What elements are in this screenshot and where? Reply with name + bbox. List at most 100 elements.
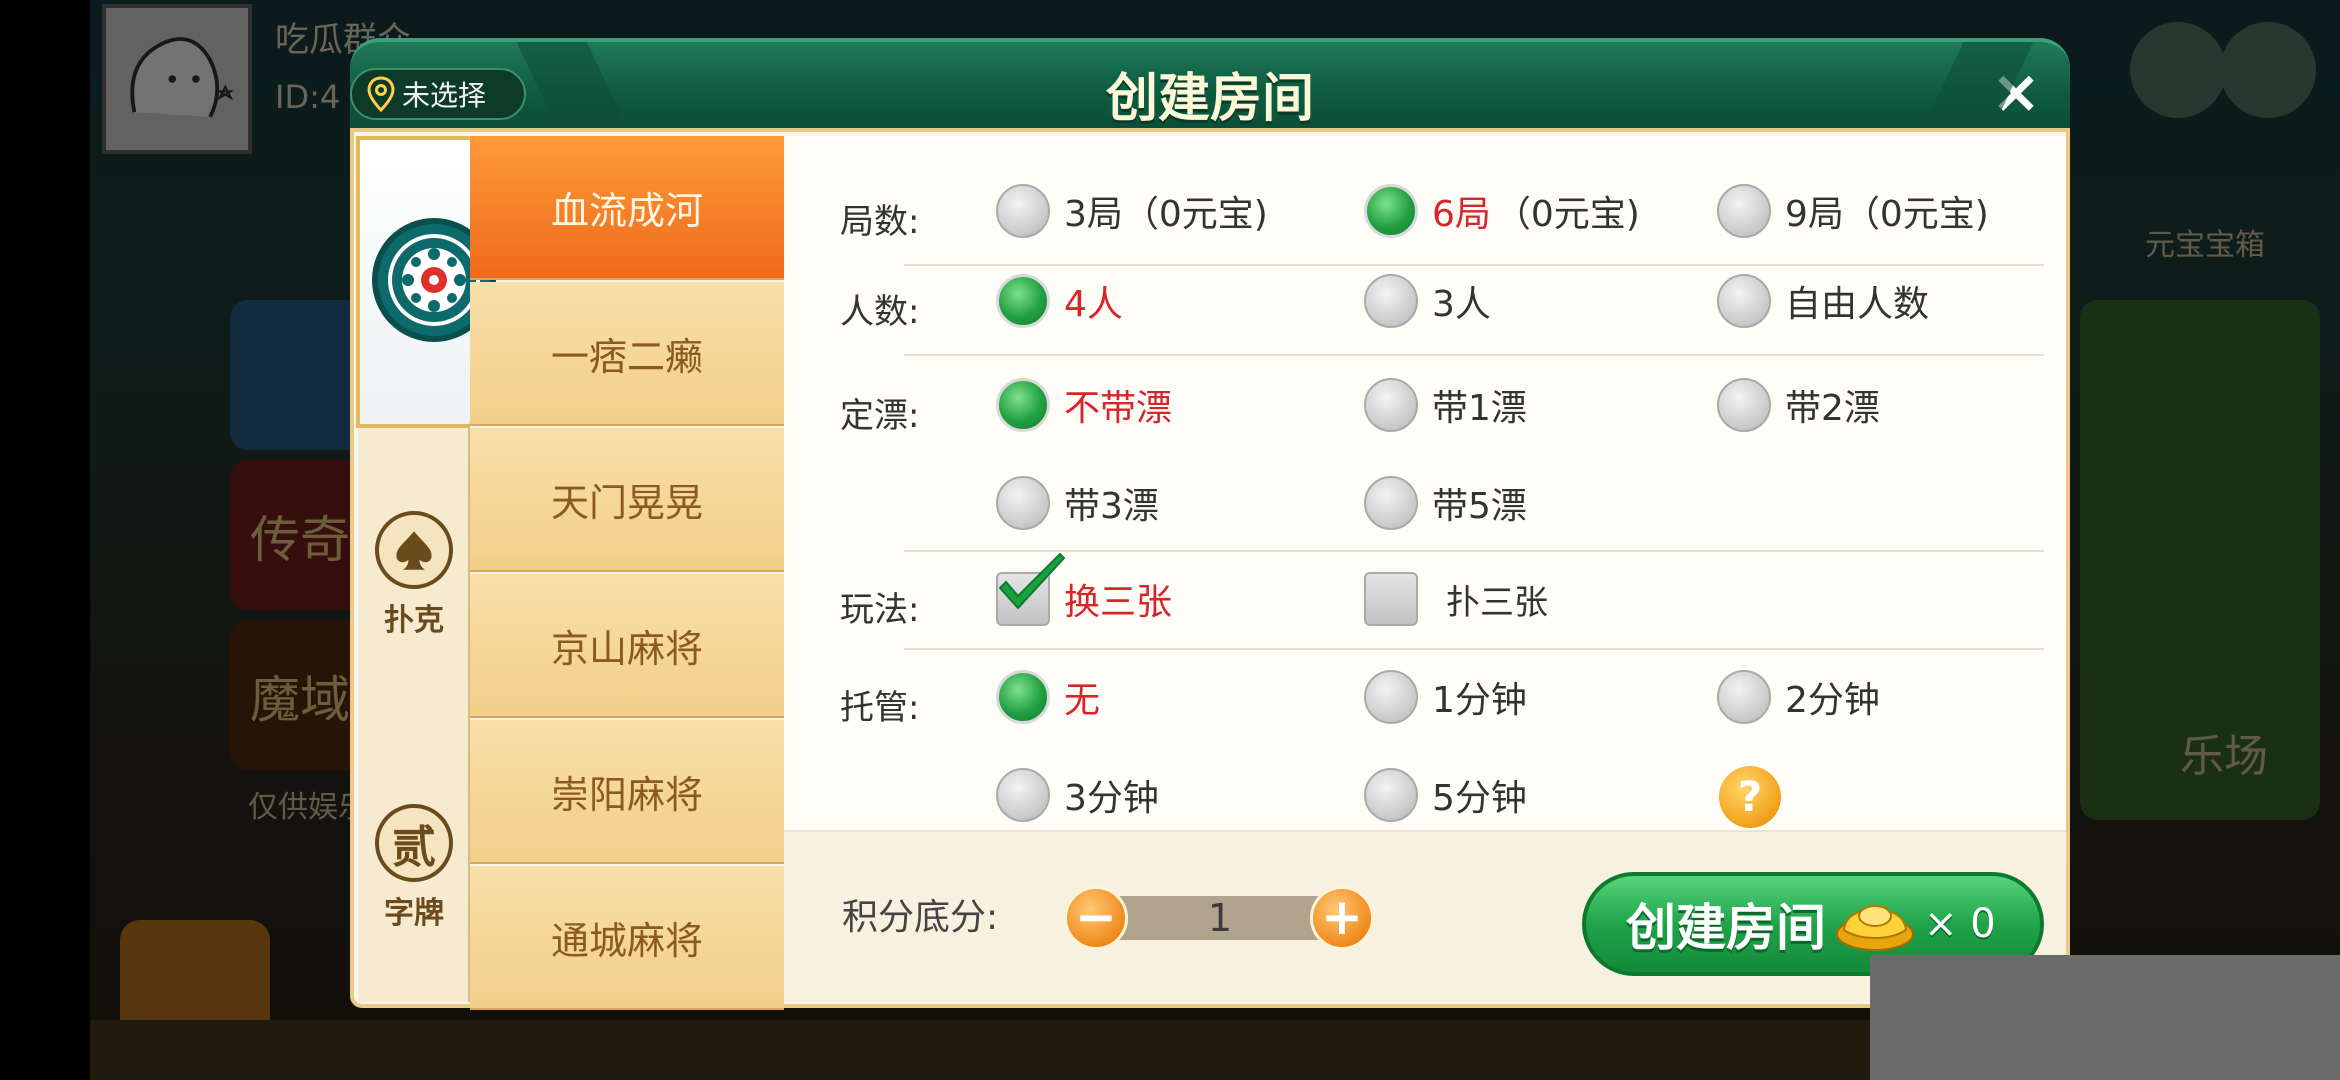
radio-button[interactable]	[996, 184, 1050, 238]
avatar-cartoon-icon	[106, 8, 248, 150]
auto-label: 托管:	[840, 688, 920, 728]
checkbox[interactable]	[1364, 572, 1418, 626]
divider	[904, 550, 2044, 552]
radio-button[interactable]	[1717, 184, 1771, 238]
er-glyph: 贰	[392, 822, 436, 873]
option-label: 带1漂	[1432, 388, 1527, 429]
option-suffix: （0元宝)	[1494, 194, 1640, 235]
minus-button[interactable]: −	[1064, 886, 1128, 950]
option-label: 5分钟	[1432, 778, 1527, 819]
option-label: 带2漂	[1785, 388, 1880, 429]
radio-button[interactable]	[1364, 476, 1418, 530]
dialog-title: 创建房间	[1105, 69, 1314, 129]
dialog-body: 扑克 贰 字牌 血流成河 一痞二癞 天门晃晃 京山麻将 崇阳麻将 通城麻将 局数…	[350, 128, 2070, 1010]
game-label: 通城麻将	[550, 918, 703, 963]
help-question-icon[interactable]: ?	[1719, 766, 1781, 828]
game-item-chongyangmajiang[interactable]: 崇阳麻将	[470, 720, 784, 864]
checkmark-icon	[998, 552, 1066, 610]
rounds-label: 局数:	[840, 202, 920, 242]
category-zipai[interactable]: 贰 字牌	[358, 804, 470, 932]
radio-button-selected[interactable]	[1364, 184, 1418, 238]
game-item-tongchengmajiang[interactable]: 通城麻将	[470, 866, 784, 1010]
piao-option-none[interactable]: 不带漂	[996, 378, 1172, 432]
option-label: 扑三张	[1446, 582, 1548, 623]
piao-option-2[interactable]: 带2漂	[1717, 378, 1880, 432]
divider	[904, 264, 2044, 266]
mountain-icon[interactable]	[2130, 22, 2226, 118]
players-option-3[interactable]: 3人	[1364, 274, 1491, 328]
auto-option-none[interactable]: 无	[996, 670, 1100, 724]
rule-option-huansanzhang[interactable]: 换三张	[996, 552, 1173, 626]
option-label: 3局（0元宝)	[1064, 194, 1268, 235]
plus-button[interactable]: +	[1310, 886, 1374, 950]
radio-button[interactable]	[1364, 274, 1418, 328]
radio-button[interactable]	[996, 768, 1050, 822]
divider	[904, 648, 2044, 650]
players-label: 人数:	[840, 292, 920, 332]
radio-button[interactable]	[1717, 378, 1771, 432]
players-option-free[interactable]: 自由人数	[1717, 274, 1929, 328]
game-item-xueliuchenghe[interactable]: 血流成河	[470, 136, 784, 280]
treasure-box-label[interactable]: 元宝宝箱	[2145, 220, 2265, 264]
radio-button[interactable]	[996, 476, 1050, 530]
divider	[904, 354, 2044, 356]
radio-button[interactable]	[1364, 670, 1418, 724]
game-label: 血流成河	[550, 188, 703, 233]
radio-button[interactable]	[1717, 670, 1771, 724]
game-label: 京山麻将	[550, 626, 703, 671]
avatar[interactable]	[102, 4, 252, 154]
radio-button-selected[interactable]	[996, 378, 1050, 432]
game-item-jingshanmajiang[interactable]: 京山麻将	[470, 574, 784, 718]
game-item-tianmenhuanghuang[interactable]: 天门晃晃	[470, 428, 784, 572]
category-poker[interactable]: 扑克	[358, 511, 470, 639]
option-label: 3分钟	[1064, 778, 1159, 819]
radio-button[interactable]	[1364, 768, 1418, 822]
radio-button-selected[interactable]	[996, 274, 1050, 328]
gray-overlay-box	[1870, 955, 2340, 1080]
option-label: 自由人数	[1785, 284, 1930, 325]
game-item-yipierlai[interactable]: 一痞二癞	[470, 282, 784, 426]
option-label: 3人	[1432, 284, 1491, 325]
close-icon[interactable]: ×	[1984, 60, 2048, 124]
option-label: 4人	[1064, 284, 1123, 325]
auto-option-2min[interactable]: 2分钟	[1717, 670, 1880, 724]
rounds-option-6[interactable]: 6局 （0元宝)	[1364, 184, 1640, 238]
game-label: 天门晃晃	[550, 480, 703, 525]
auto-option-5min[interactable]: 5分钟	[1364, 768, 1527, 822]
players-option-4[interactable]: 4人	[996, 274, 1123, 328]
category-rail: 扑克 贰 字牌	[356, 136, 496, 1002]
radio-button[interactable]	[1364, 378, 1418, 432]
piao-label: 定漂:	[840, 396, 920, 436]
piao-option-3[interactable]: 带3漂	[996, 476, 1159, 530]
radio-button[interactable]	[1717, 274, 1771, 328]
settings-gear-icon[interactable]	[2220, 22, 2316, 118]
category-zipai-label: 字牌	[384, 896, 444, 931]
rounds-option-9[interactable]: 9局（0元宝)	[1717, 184, 1989, 238]
ingot-cost: × 0	[1924, 901, 1996, 947]
auto-option-1min[interactable]: 1分钟	[1364, 670, 1527, 724]
option-label: 换三张	[1064, 582, 1173, 623]
game-label: 一痞二癞	[550, 334, 703, 379]
auto-option-3min[interactable]: 3分钟	[996, 768, 1159, 822]
piao-option-1[interactable]: 带1漂	[1364, 378, 1527, 432]
shop-cart-icon[interactable]	[120, 920, 270, 1040]
piao-option-5[interactable]: 带5漂	[1364, 476, 1527, 530]
rounds-option-3[interactable]: 3局（0元宝)	[996, 184, 1268, 238]
option-label: 无	[1064, 680, 1101, 721]
option-label: 2分钟	[1785, 680, 1880, 721]
er-character-icon: 贰	[375, 804, 453, 882]
spade-icon	[375, 511, 453, 589]
checkbox-checked[interactable]	[996, 552, 1066, 626]
option-label: 9局（0元宝)	[1785, 194, 1989, 235]
options-panel: 局数: 3局（0元宝) 6局 （0元宝) 9局（0元宝) 人数: 4人 3人 自…	[784, 136, 2066, 1002]
radio-button-selected[interactable]	[996, 670, 1050, 724]
rule-option-pusanzhang[interactable]: 扑三张	[1364, 572, 1548, 626]
tile-text: 魔域	[250, 671, 350, 729]
category-poker-label: 扑克	[384, 603, 444, 638]
game-list: 血流成河 一痞二癞 天门晃晃 京山麻将 崇阳麻将 通城麻将	[470, 136, 784, 1010]
option-label: 1分钟	[1432, 680, 1527, 721]
tile-text: 传奇	[250, 511, 350, 569]
side-banner[interactable]	[2080, 300, 2320, 820]
dialog-header: 未选择 创建房间 ×	[350, 38, 2070, 138]
base-score-value: 1	[1098, 896, 1342, 940]
